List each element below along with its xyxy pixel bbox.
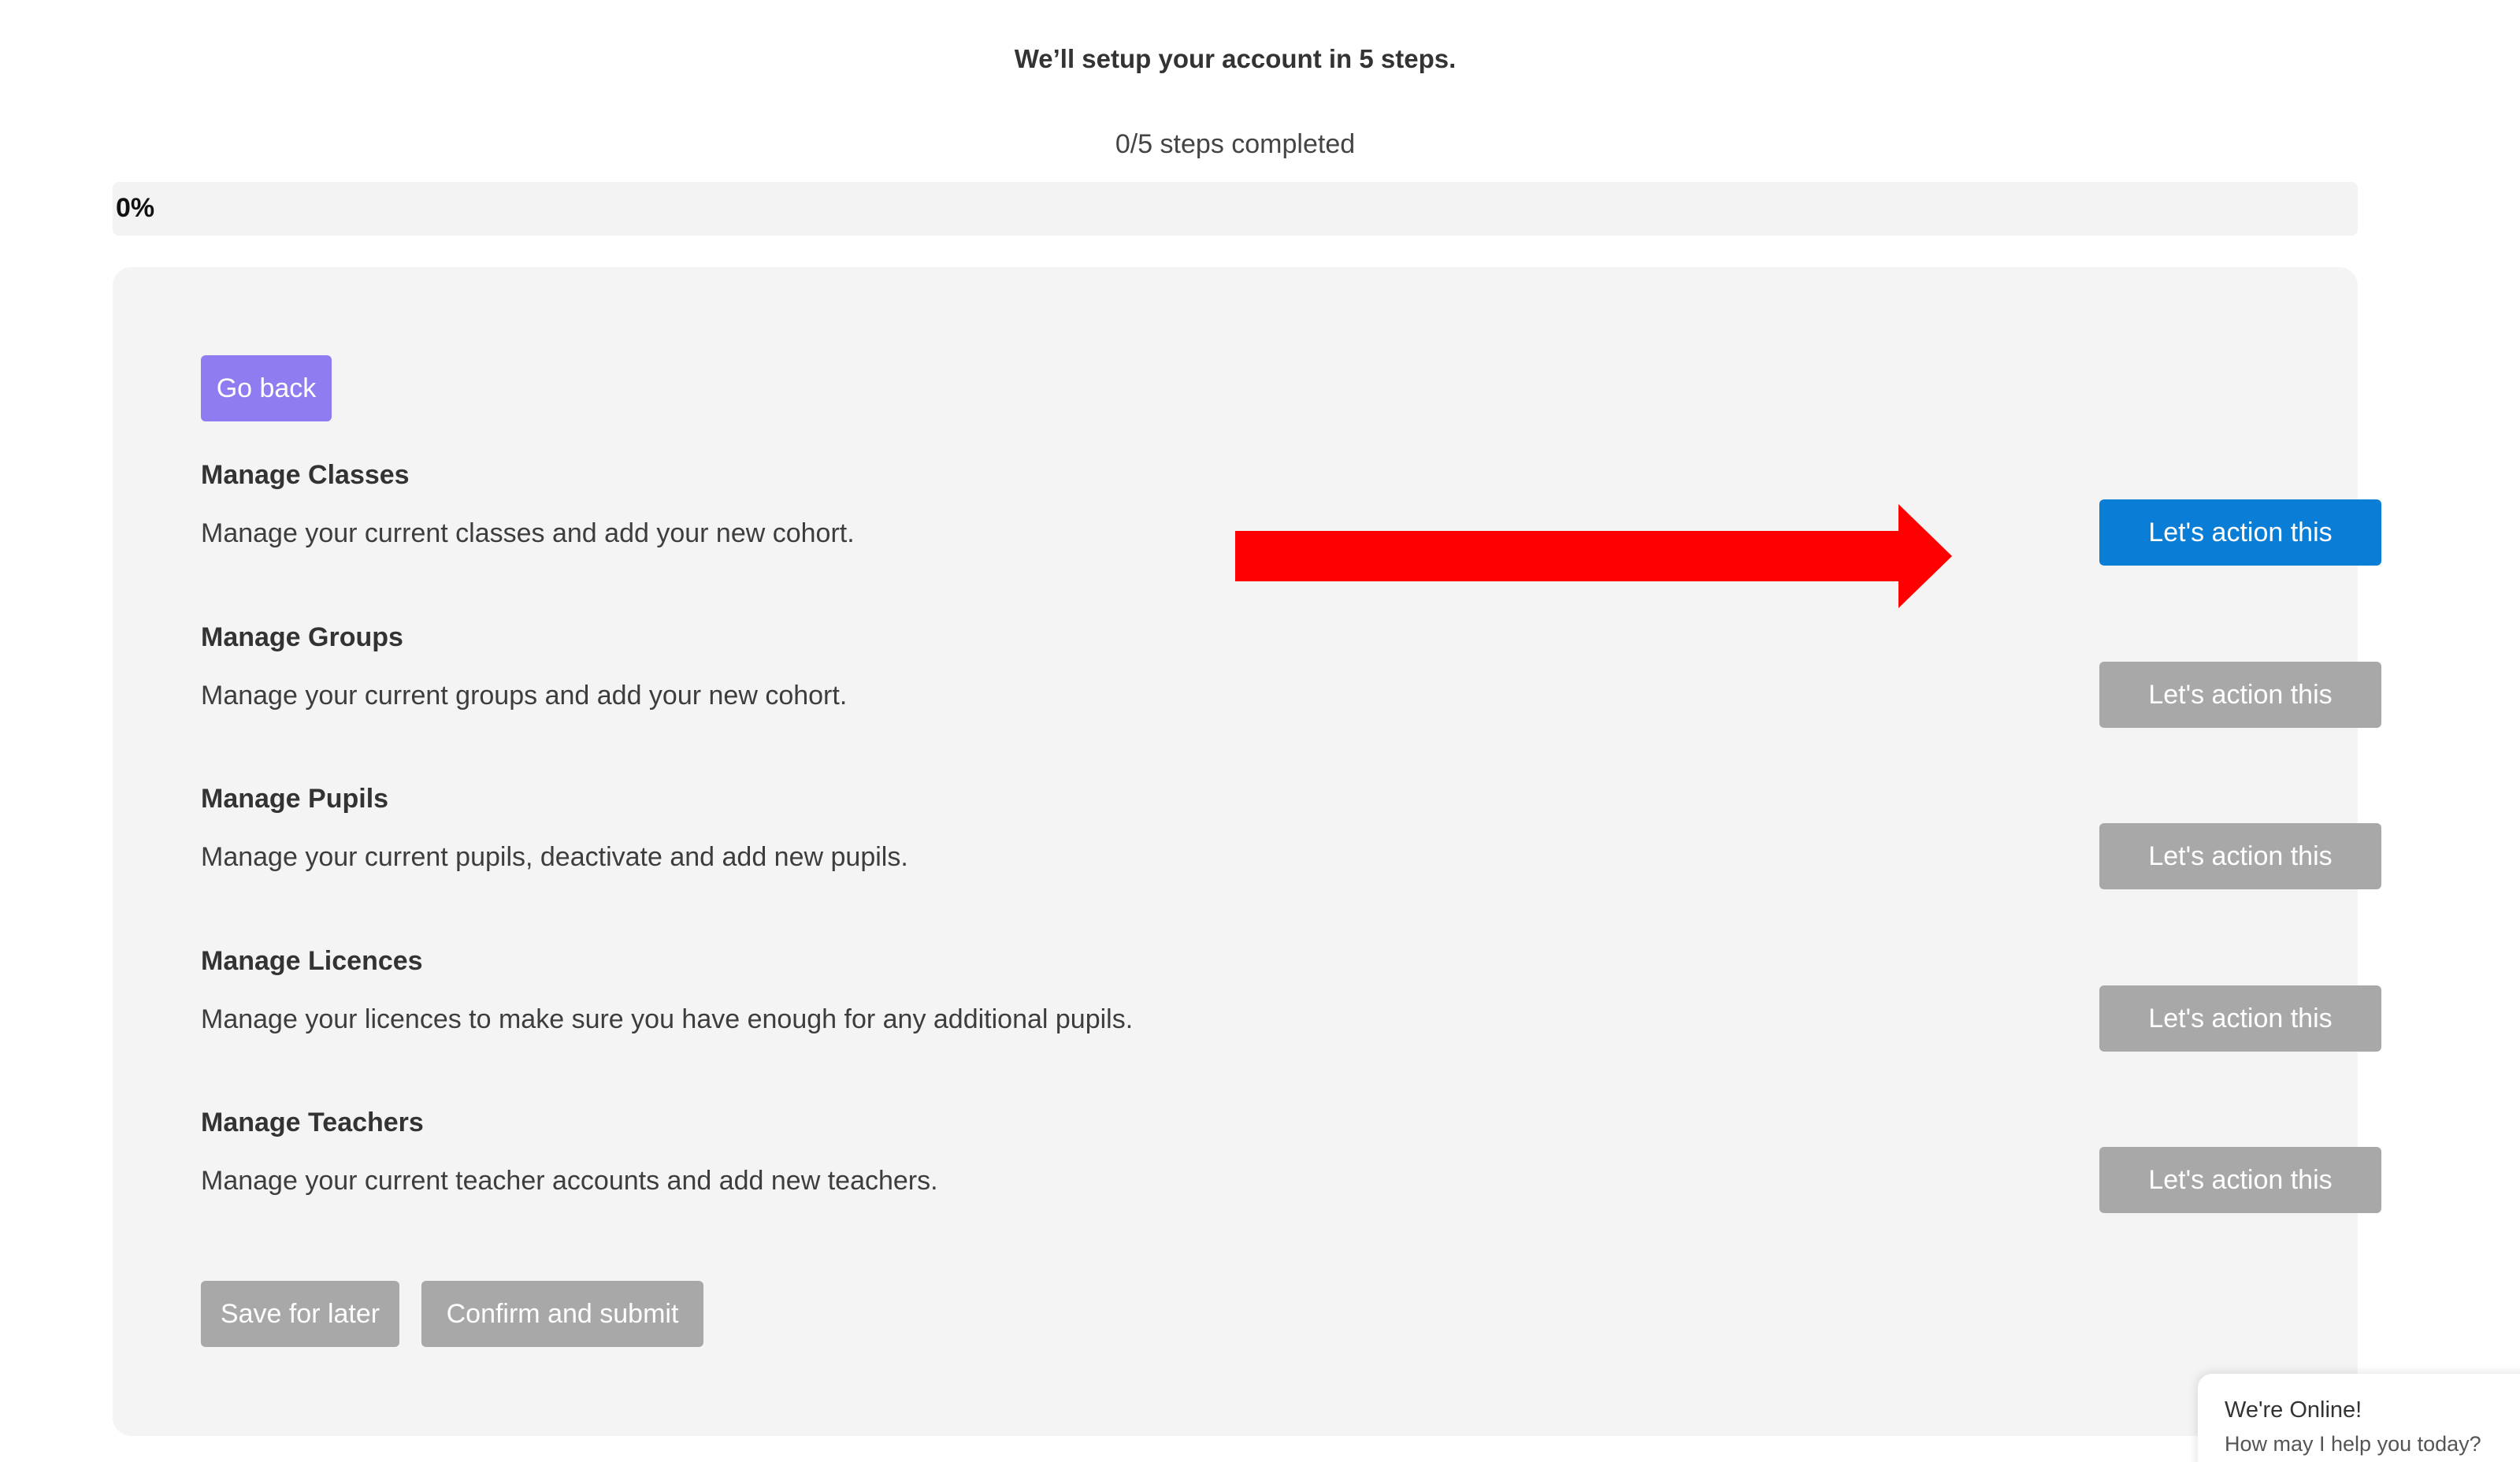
task-title: Manage Classes: [201, 460, 410, 490]
manage-licences-action-button[interactable]: Let's action this: [2099, 985, 2381, 1052]
manage-pupils-action-button[interactable]: Let's action this: [2099, 823, 2381, 889]
manage-teachers-action-button[interactable]: Let's action this: [2099, 1147, 2381, 1213]
task-title: Manage Pupils: [201, 784, 389, 814]
setup-steps-panel: Go back Manage Classes Manage your curre…: [113, 267, 2381, 1436]
chat-widget[interactable]: We're Online! How may I help you today?: [2198, 1374, 2520, 1462]
go-back-button[interactable]: Go back: [201, 355, 332, 421]
task-description: Manage your current groups and add your …: [201, 681, 848, 711]
progress-percentage: 0%: [116, 193, 155, 223]
task-description: Manage your current classes and add your…: [201, 518, 855, 548]
task-manage-pupils: Manage Pupils Manage your current pupils…: [201, 784, 2381, 926]
task-manage-licences: Manage Licences Manage your licences to …: [201, 946, 2381, 1088]
task-description: Manage your current teacher accounts and…: [201, 1166, 938, 1196]
task-title: Manage Teachers: [201, 1108, 424, 1137]
task-description: Manage your current pupils, deactivate a…: [201, 842, 908, 872]
manage-classes-action-button[interactable]: Let's action this: [2099, 499, 2381, 566]
chat-widget-subtitle: How may I help you today?: [2225, 1432, 2481, 1456]
page-title: We’ll setup your account in 5 steps.: [1014, 44, 1457, 73]
progress-bar: 0%: [113, 182, 2358, 236]
task-manage-teachers: Manage Teachers Manage your current teac…: [201, 1108, 2381, 1249]
confirm-and-submit-button[interactable]: Confirm and submit: [421, 1281, 703, 1347]
save-for-later-button[interactable]: Save for later: [201, 1281, 399, 1347]
manage-groups-action-button[interactable]: Let's action this: [2099, 662, 2381, 728]
task-description: Manage your licences to make sure you ha…: [201, 1004, 1134, 1034]
task-manage-groups: Manage Groups Manage your current groups…: [201, 622, 2381, 764]
task-title: Manage Licences: [201, 946, 423, 976]
steps-completed-text: 0/5 steps completed: [1115, 129, 1356, 159]
chat-widget-title: We're Online!: [2225, 1397, 2362, 1423]
task-title: Manage Groups: [201, 622, 403, 652]
account-setup-page: We’ll setup your account in 5 steps. 0/5…: [0, 0, 2520, 1462]
red-arrow-icon: [1235, 504, 1952, 608]
